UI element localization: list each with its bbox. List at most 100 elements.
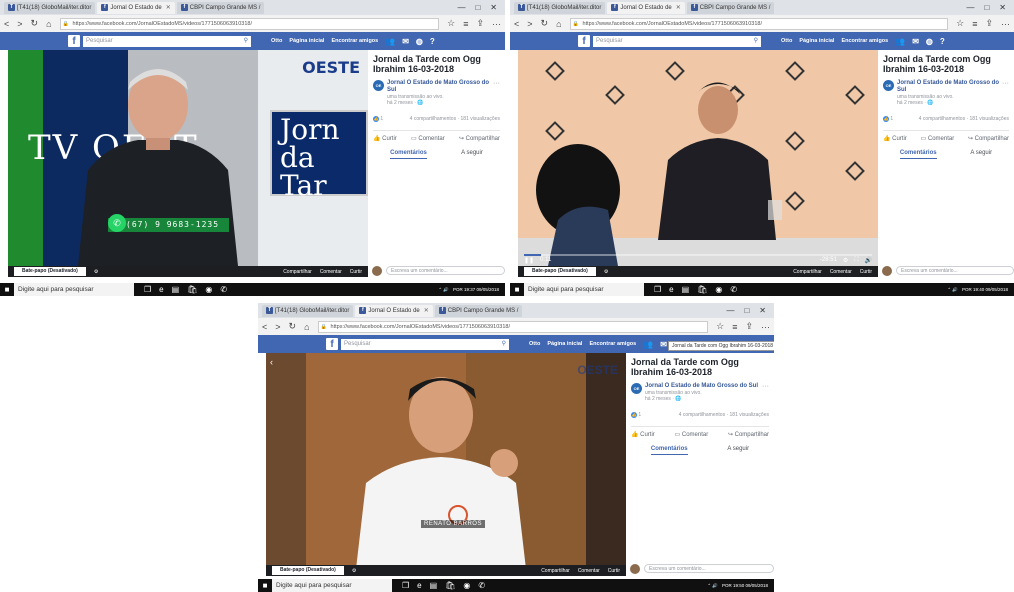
chrome-icon[interactable]: ◉ [463, 581, 470, 590]
share-icon[interactable]: ⇪ [476, 18, 484, 29]
tab-comments[interactable]: Comentários [390, 150, 427, 159]
browser-tab[interactable]: f CBPI Campo Grande MS / [176, 1, 265, 14]
nav-home[interactable]: Página inicial [799, 38, 834, 44]
back-button[interactable]: < [4, 19, 9, 29]
facebook-search-input[interactable]: Pesquisar ⚲ [341, 338, 509, 350]
video-share-button[interactable]: Compartilhar [283, 269, 312, 275]
facebook-search-input[interactable]: Pesquisar ⚲ [83, 35, 251, 47]
post-time[interactable]: há 2 meses · 🌐 [897, 100, 999, 106]
like-button[interactable]: 👍 Curtir [631, 431, 655, 438]
search-icon[interactable]: ⚲ [754, 36, 758, 47]
page-name[interactable]: Jornal O Estado de Mato Grosso do Sul [387, 80, 490, 94]
hub-icon[interactable]: ≡ [972, 19, 977, 29]
refresh-button[interactable]: ↻ [289, 321, 297, 332]
globe-icon[interactable]: ◍ [416, 37, 423, 46]
video-comment-button[interactable]: Comentar [320, 269, 342, 275]
home-button[interactable]: ⌂ [46, 19, 51, 29]
nav-find-friends[interactable]: Encontrar amigos [589, 341, 636, 347]
maximize-button[interactable]: □ [984, 3, 989, 12]
help-icon[interactable]: ? [430, 37, 435, 46]
edge-icon[interactable]: e [159, 285, 163, 294]
messenger-icon[interactable]: ✉ [402, 37, 409, 46]
page-avatar[interactable]: OE [883, 80, 894, 91]
close-tab-icon[interactable]: ✕ [166, 4, 171, 11]
task-view-icon[interactable]: ❐ [402, 581, 409, 590]
clock[interactable]: POR 19:50 09/05/2018 [722, 583, 768, 588]
home-button[interactable]: ⌂ [556, 19, 561, 29]
whatsapp-taskbar-icon[interactable]: ✆ [478, 581, 485, 590]
clock[interactable]: POR 19:37 09/05/2018 [453, 287, 499, 292]
search-icon[interactable]: ⚲ [244, 36, 248, 47]
browser-tab[interactable]: f CBPI Campo Grande MS / [686, 1, 775, 14]
forward-button[interactable]: > [527, 19, 532, 29]
hub-icon[interactable]: ≡ [463, 19, 468, 29]
nav-find-friends[interactable]: Encontrar amigos [331, 38, 378, 44]
comment-input[interactable]: Escreva um comentário... [386, 266, 505, 275]
more-icon[interactable]: ··· [492, 19, 501, 29]
minimize-button[interactable]: — [966, 3, 974, 12]
video-player[interactable]: TV OEST Jorn da Tar OESTE (67) 9 9683-12… [8, 50, 368, 266]
video-share-button[interactable]: Compartilhar [793, 269, 822, 275]
hub-icon[interactable]: ≡ [732, 322, 737, 332]
nav-home[interactable]: Página inicial [547, 341, 582, 347]
nav-find-friends[interactable]: Encontrar amigos [841, 38, 888, 44]
nav-home[interactable]: Página inicial [289, 38, 324, 44]
browser-tab[interactable]: T [T41(18) GloboMail/iter.ditor [262, 304, 354, 317]
taskbar-search[interactable]: Digite aqui para pesquisar [14, 283, 134, 296]
video-player[interactable]: ‹ OESTE RENATO BARROS [266, 353, 626, 565]
start-button[interactable]: ■ [258, 581, 272, 590]
chevron-left-icon[interactable]: ‹ [270, 357, 273, 367]
browser-tab[interactable]: T [T41(18) GloboMail/iter.ditor [514, 1, 606, 14]
reaction-count[interactable]: 1 [638, 412, 641, 418]
chat-button[interactable]: Bate-papo (Desativado) [272, 566, 344, 575]
video-comment-button[interactable]: Comentar [578, 568, 600, 574]
fullscreen-icon[interactable]: ⛶ [854, 257, 858, 264]
store-icon[interactable]: 🛍 [187, 285, 197, 294]
taskbar-search[interactable]: Digite aqui para pesquisar [272, 579, 392, 592]
home-button[interactable]: ⌂ [304, 322, 309, 332]
browser-tab[interactable]: T [T41(18) GloboMail/iter.ditor [4, 1, 96, 14]
video-player[interactable]: ❚❚ 0:11 -28:51 ⚙ ⛶ 🔊 [518, 50, 878, 266]
chrome-icon[interactable]: ◉ [715, 285, 722, 294]
whatsapp-taskbar-icon[interactable]: ✆ [730, 285, 737, 294]
refresh-button[interactable]: ↻ [31, 18, 39, 29]
favorite-star-icon[interactable]: ☆ [447, 18, 455, 29]
browser-tab-active[interactable]: f Jornal O Estado de ✕ [607, 1, 685, 14]
share-button[interactable]: ↪ Compartilhar [968, 135, 1009, 142]
task-view-icon[interactable]: ❐ [144, 285, 151, 294]
facebook-logo[interactable]: f [578, 35, 590, 47]
chrome-icon[interactable]: ◉ [205, 285, 212, 294]
page-avatar[interactable]: OE [373, 80, 384, 91]
store-icon[interactable]: 🛍 [445, 581, 455, 590]
help-icon[interactable]: ? [940, 37, 945, 46]
video-share-button[interactable]: Compartilhar [541, 568, 570, 574]
friends-icon[interactable]: 👥 [895, 37, 905, 46]
video-like-button[interactable]: Curtir [860, 269, 872, 275]
more-icon[interactable]: ··· [761, 322, 770, 332]
browser-tab-active[interactable]: f Jornal O Estado de ✕ [355, 304, 433, 317]
nav-profile[interactable]: Otto [529, 341, 540, 347]
like-button[interactable]: 👍 Curtir [373, 135, 397, 142]
comment-input[interactable]: Escreva um comentário... [644, 564, 774, 573]
share-button[interactable]: ↪ Compartilhar [459, 135, 500, 142]
tab-up-next[interactable]: A seguir [970, 150, 992, 159]
favorite-star-icon[interactable]: ☆ [716, 321, 724, 332]
settings-icon[interactable]: ⚙ [94, 269, 98, 275]
forward-button[interactable]: > [17, 19, 22, 29]
share-icon[interactable]: ⇪ [745, 321, 753, 332]
facebook-search-input[interactable]: Pesquisar ⚲ [593, 35, 761, 47]
chat-button[interactable]: Bate-papo (Desativado) [524, 267, 596, 276]
store-icon[interactable]: 🛍 [697, 285, 707, 294]
whatsapp-taskbar-icon[interactable]: ✆ [220, 285, 227, 294]
url-input[interactable]: https://www.facebook.com/JornalOEstadoMS… [317, 320, 709, 333]
url-input[interactable]: https://www.facebook.com/JornalOEstadoMS… [59, 17, 440, 30]
search-icon[interactable]: ⚲ [502, 339, 506, 350]
refresh-button[interactable]: ↻ [541, 18, 549, 29]
tab-up-next[interactable]: A seguir [727, 446, 749, 455]
close-tab-icon[interactable]: ✕ [676, 4, 681, 11]
browser-tab-active[interactable]: f Jornal O Estado de ✕ [97, 1, 175, 14]
comment-button[interactable]: ▭ Comentar [921, 135, 955, 142]
close-window-button[interactable]: ✕ [999, 3, 1006, 12]
close-tab-icon[interactable]: ✕ [424, 307, 429, 314]
page-name[interactable]: Jornal O Estado de Mato Grosso do Sul [645, 383, 758, 390]
